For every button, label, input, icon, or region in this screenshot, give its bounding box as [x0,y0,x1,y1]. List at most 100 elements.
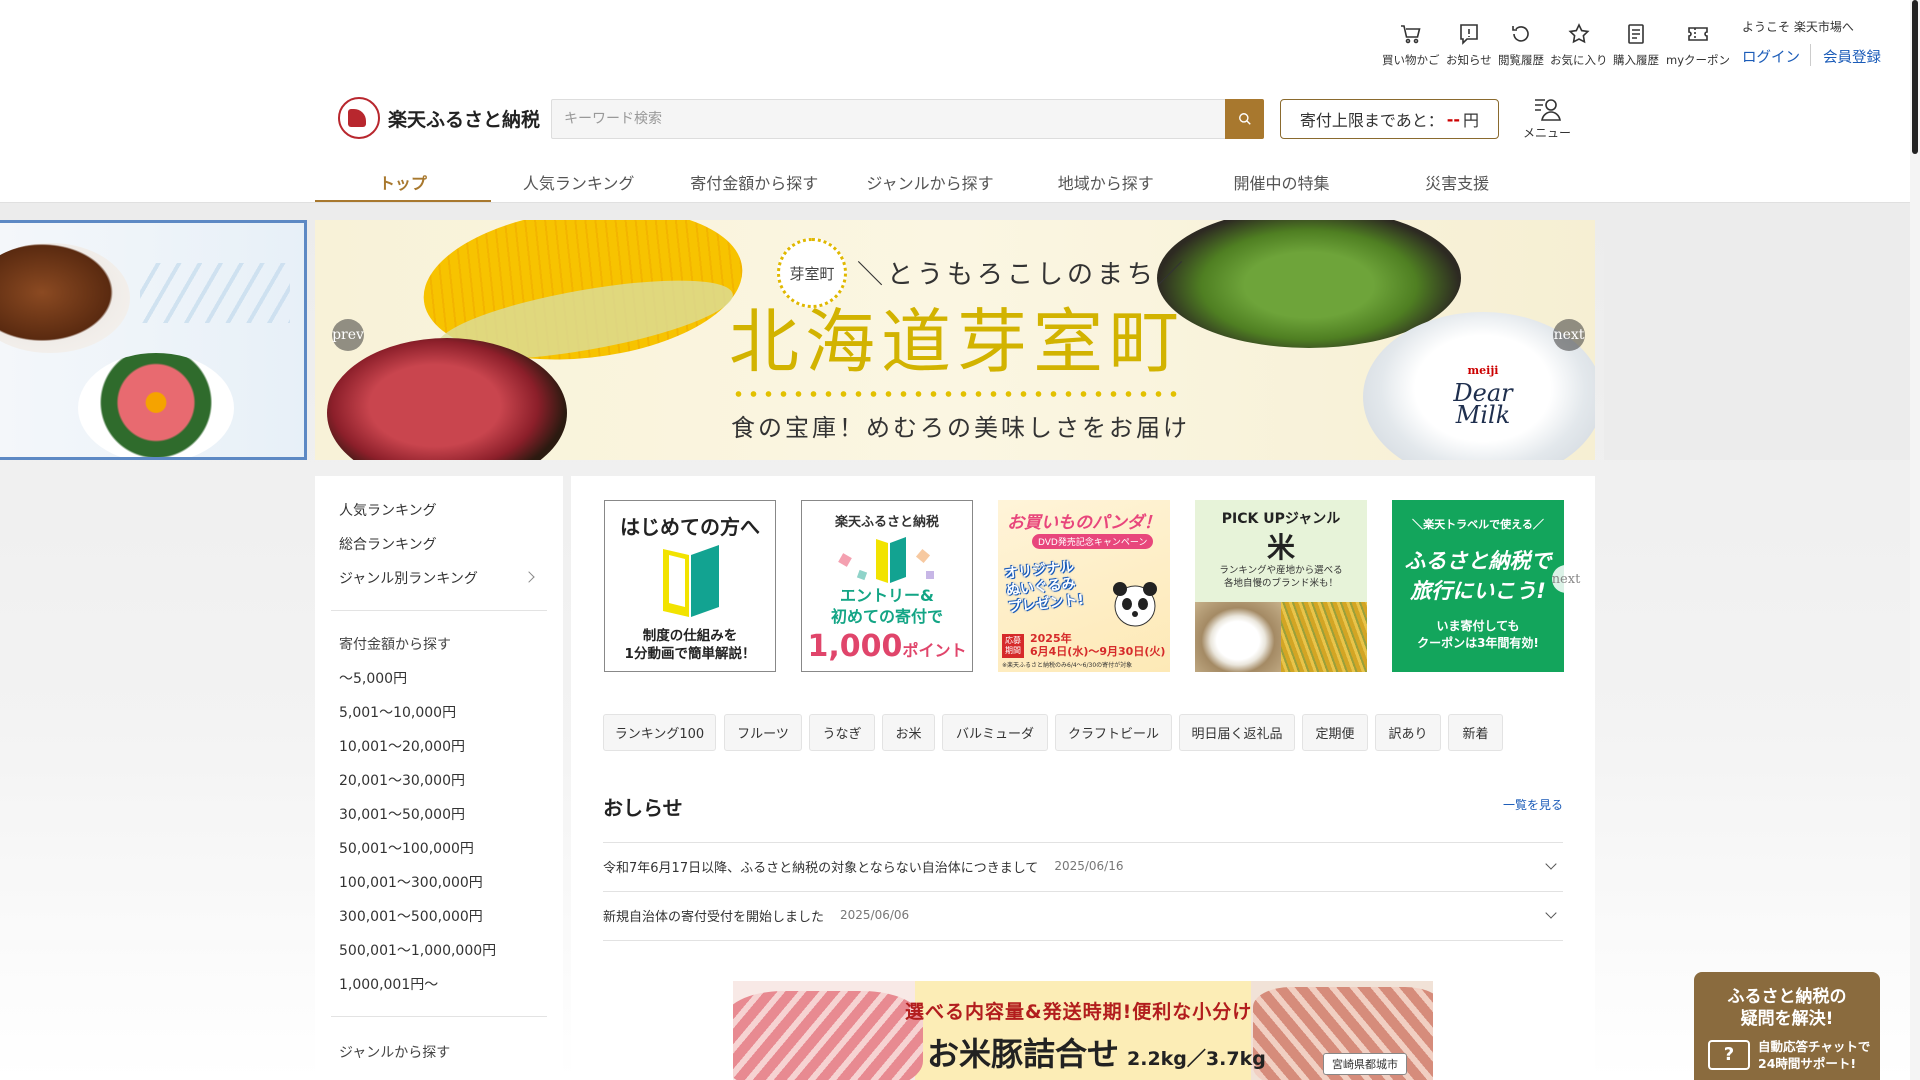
chat-question-icon: ? [1708,1040,1750,1070]
tile-travel-top: ＼楽天トラベルで使える／ [1412,518,1544,531]
chat-support-widget[interactable]: ふるさと納税の 疑問を解決! ? 自動応答チャットで 24時間サポート! [1694,972,1880,1080]
banner-catchphrase: ＼とうもろこしのまち／ [857,260,1188,290]
favorite-link[interactable]: お気に入り [1550,22,1608,68]
tag-ranking100[interactable]: ランキング100 [603,714,716,751]
promo-city: 宮崎県都城市 [1323,1053,1407,1075]
tab-genre[interactable]: ジャンルから探す [842,166,1018,203]
main-content: はじめての方へ 制度の仕組みを 1分動画で簡単解説！ 楽天ふるさと納税 エントリ… [571,476,1595,1080]
tile-entry-points[interactable]: 楽天ふるさと納税 エントリー& 初めての寄付で 1,000ポイント [801,500,973,672]
sidebar-item-amount[interactable]: 500,001～1,000,000円 [339,940,496,960]
tile-panda-campaign[interactable]: お買いものパンダ！ DVD発売記念キャンペーン オリジナル ぬいぐるみ プレゼン… [998,500,1170,672]
sidebar-item-amount[interactable]: 300,001～500,000円 [339,906,483,926]
tag-new[interactable]: 新着 [1448,714,1503,751]
sidebar-heading-amount: 寄付金額から探す [339,637,451,653]
chat-sub: 自動応答チャットで 24時間サポート! [1758,1039,1871,1071]
tab-ranking[interactable]: 人気ランキング [491,166,667,203]
favorite-label: お気に入り [1550,53,1608,67]
notice-label: お知らせ [1446,53,1492,67]
chevron-down-icon [1545,907,1557,919]
tag-subscription[interactable]: 定期便 [1302,714,1368,751]
sidebar-item-amount[interactable]: 100,001～300,000円 [339,872,483,892]
tag-next-day[interactable]: 明日届く返礼品 [1179,714,1295,751]
tile-travel-mid: ふるさと納税で 旅行にいこう! [1404,549,1552,603]
menu-button[interactable]: メニュー [1522,96,1572,141]
tag-outlet[interactable]: 訳あり [1375,714,1441,751]
coupon-label: myクーポン [1666,53,1731,67]
sidebar-item-genre-ranking[interactable]: ジャンル別ランキング [339,568,478,588]
sidebar-item-amount[interactable]: 5,001～10,000円 [339,702,456,722]
tag-eel[interactable]: うなぎ [809,714,875,751]
carousel-prev-slide[interactable] [0,220,307,460]
dotted-divider [731,390,1183,398]
tab-disaster[interactable]: 災害支援 [1369,166,1545,203]
tab-top[interactable]: トップ [315,166,491,203]
divider [1810,44,1811,66]
donation-limit-button[interactable]: 寄付上限まであと： -- 円 [1280,99,1499,139]
tile-panda-gift: オリジナル ぬいぐるみ プレゼント! [1003,558,1085,616]
tag-fruits[interactable]: フルーツ [724,714,802,751]
sidebar-item-amount[interactable]: ～5,000円 [339,668,407,688]
history-icon [1512,26,1529,42]
tiles-next-button[interactable]: next [1552,565,1580,593]
tab-region[interactable]: 地域から探す [1018,166,1194,203]
welcome-text: ようこそ 楽天市場へ [1742,20,1854,34]
chevron-down-icon [1545,858,1557,870]
search-button[interactable] [1225,99,1264,139]
notice-link[interactable]: お知らせ [1446,22,1492,68]
promo-line2: お米豚詰合せ 2.2kg／3.7kg [927,1029,1266,1075]
promo-product: お米豚詰合せ [927,1035,1120,1073]
user-menu-icon [1535,99,1561,121]
history-label: 閲覧履歴 [1498,53,1544,67]
search-icon [1238,113,1251,125]
tile-rice-title: PICK UPジャンル [1221,511,1341,527]
tile-travel-sub: いま寄付しても クーポンは3年間有効! [1417,619,1539,650]
carousel-next-slide[interactable] [1604,220,1910,460]
scrollbar-thumb[interactable] [1912,0,1918,154]
icecream-label: meiji Dear Milk [1423,360,1543,427]
news-item-text: 新規自治体の寄付受付を開始しました [603,909,825,925]
notice-icon [1460,24,1478,45]
main-nav: トップ 人気ランキング 寄付金額から探す ジャンルから探す 地域から探す 開催中… [315,166,1545,203]
sidebar-item-popular-ranking[interactable]: 人気ランキング [339,500,437,520]
news-item[interactable]: 新規自治体の寄付受付を開始しました 2025/06/06 [603,891,1563,939]
fish-pattern [140,263,290,323]
purchase-history-link[interactable]: 購入履歴 [1613,22,1659,68]
register-link[interactable]: 会員登録 [1823,46,1881,67]
tag-craft-beer[interactable]: クラフトビール [1055,714,1172,751]
promo-weight: 2.2kg／3.7kg [1127,1048,1266,1070]
tile-rice-pickup[interactable]: PICK UPジャンル 米 ランキングや産地から選べる 各地自慢のブランド米も！ [1195,500,1367,672]
promo-banner-pork[interactable]: 選べる内容量&発送時期!便利な小分け お米豚詰合せ 2.2kg／3.7kg 宮崎県… [733,981,1433,1080]
history-link[interactable]: 閲覧履歴 [1498,22,1544,68]
purchase-history-label: 購入履歴 [1613,53,1659,67]
carousel-main-slide[interactable]: meiji Dear Milk 芽室町 ＼とうもろこしのまち／ 北海道芽室町 食… [315,220,1595,460]
tile-rice-kanji: 米 [1266,531,1295,564]
carousel-next-button[interactable]: next [1553,319,1585,351]
site-logo[interactable]: 楽天ふるさと納税 [338,97,540,139]
sidebar-item-amount[interactable]: 20,001～30,000円 [339,770,465,790]
town-seal: 芽室町 [777,238,847,308]
tab-features[interactable]: 開催中の特集 [1194,166,1370,203]
cart-link[interactable]: 買い物かご [1382,22,1440,68]
tab-amount[interactable]: 寄付金額から探す [666,166,842,203]
tile-rice-sub: ランキングや産地から選べる 各地自慢のブランド米も！ [1219,565,1343,589]
sidebar-item-amount[interactable]: 10,001～20,000円 [339,736,465,756]
news-more-link[interactable]: 一覧を見る [1503,796,1563,813]
login-link[interactable]: ログイン [1742,46,1800,67]
sidebar-item-amount[interactable]: 1,000,001円～ [339,974,438,994]
tile-beginners[interactable]: はじめての方へ 制度の仕組みを 1分動画で簡単解説！ [604,500,776,672]
sidebar-item-amount[interactable]: 50,001～100,000円 [339,838,474,858]
sidebar-item-overall-ranking[interactable]: 総合ランキング [339,534,437,554]
coupon-link[interactable]: myクーポン [1666,22,1730,68]
sidebar-item-amount[interactable]: 30,001～50,000円 [339,804,465,824]
logo-mark-icon [338,97,380,139]
page-scrollbar[interactable] [1910,0,1920,1080]
tile-beginners-title: はじめての方へ [620,515,760,539]
tile-travel[interactable]: ＼楽天トラベルで使える／ ふるさと納税で 旅行にいこう! いま寄付しても クーポ… [1392,500,1564,672]
menu-label: メニュー [1522,126,1571,140]
news-item[interactable]: 令和7年6月17日以降、ふるさと納税の対象とならない自治体につきまして 2025… [603,842,1563,890]
search-input[interactable] [551,99,1227,139]
tag-balmuda[interactable]: バルミューダ [942,714,1048,751]
carousel-prev-button[interactable]: prev [332,319,364,351]
tag-rice[interactable]: お米 [882,714,935,751]
tile-panda-title: お買いものパンダ！ [1007,513,1161,533]
